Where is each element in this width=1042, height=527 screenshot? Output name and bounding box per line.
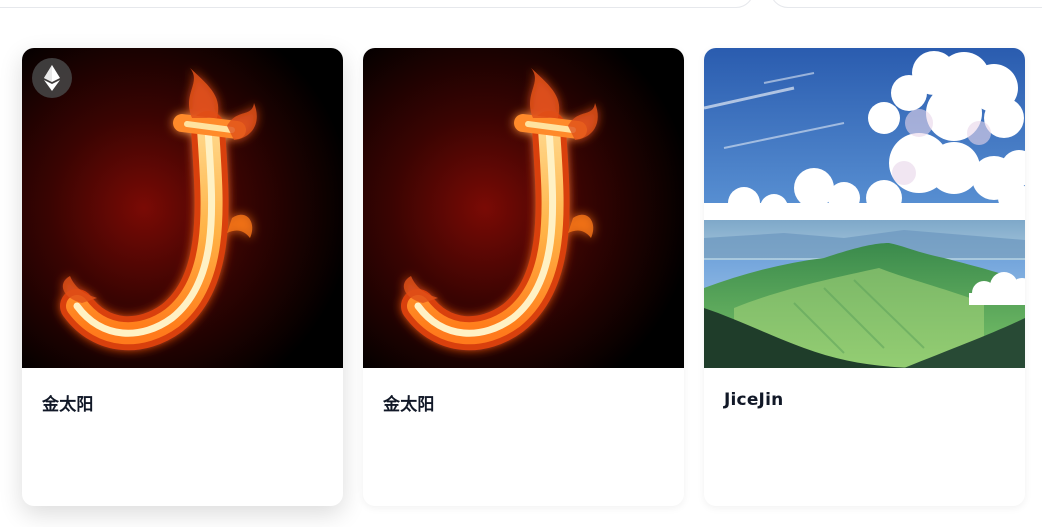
filter-input[interactable] [770, 0, 1042, 8]
flaming-letter-j-image [363, 48, 684, 368]
nft-card-grid: 金太阳 金太阳 JiceJin [22, 48, 1025, 506]
ethereum-icon [32, 58, 72, 98]
nft-card[interactable]: 金太阳 [363, 48, 684, 506]
top-bar [0, 0, 1042, 10]
nft-card[interactable]: 金太阳 [22, 48, 343, 506]
nft-card[interactable]: JiceJin [704, 48, 1025, 506]
nft-card-title: 金太阳 [42, 395, 94, 415]
flaming-letter-j-image [22, 48, 343, 368]
anime-mountain-landscape-image [704, 48, 1025, 368]
nft-card-title: JiceJin [724, 390, 784, 410]
nft-image-mountain-landscape[interactable] [704, 48, 1025, 368]
nft-image-flaming-j[interactable] [22, 48, 343, 368]
nft-card-title: 金太阳 [383, 395, 435, 415]
nft-image-flaming-j[interactable] [363, 48, 684, 368]
search-input[interactable] [0, 0, 754, 8]
